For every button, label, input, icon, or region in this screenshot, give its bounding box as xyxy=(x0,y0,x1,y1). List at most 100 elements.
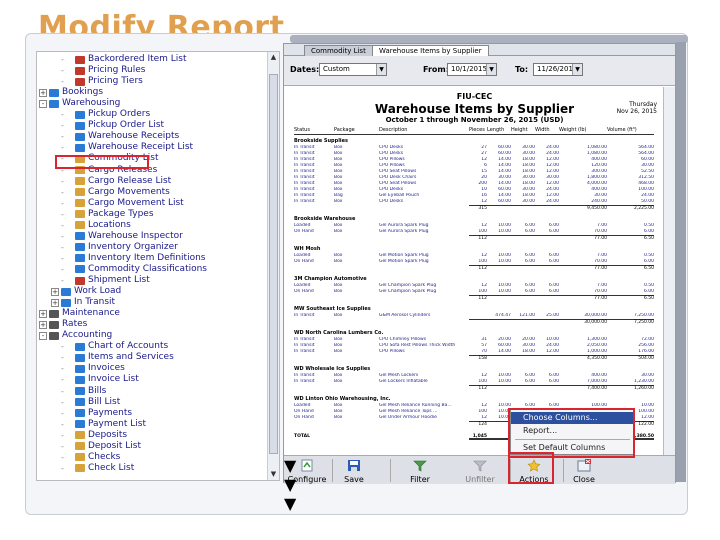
column-header: Width xyxy=(535,127,550,133)
tree-item[interactable]: - Shipment List xyxy=(61,275,150,286)
tree-item[interactable]: - Cargo Movements xyxy=(61,187,170,198)
tree-item[interactable]: + Bookings xyxy=(39,87,103,98)
expand-icon[interactable]: + xyxy=(39,320,47,329)
tree-item[interactable]: + In Transit xyxy=(51,297,115,308)
tree-item[interactable]: - Backordered Item List xyxy=(61,54,187,65)
tree-item[interactable]: - Payment List xyxy=(61,419,146,430)
tree-connector: - xyxy=(61,231,64,241)
navigation-tree[interactable]: - Backordered Item List - Pricing Rules - Pri… xyxy=(36,51,280,481)
close-button[interactable]: Close xyxy=(566,458,602,484)
subtotal-cell: 6.50 xyxy=(607,295,654,301)
tree-item[interactable]: - Warehouse Receipts xyxy=(61,131,179,142)
tree-item[interactable]: - Package Types xyxy=(61,209,154,220)
calendar-icon[interactable]: ▼ xyxy=(572,64,582,75)
tree-node-icon xyxy=(49,320,59,329)
tree-connector: - xyxy=(61,253,64,263)
tree-item[interactable]: + Maintenance xyxy=(39,308,120,319)
tree-item[interactable]: - Bills xyxy=(61,386,106,397)
actions-dropdown-icon[interactable]: ▼ xyxy=(284,494,675,513)
tree-item-label: Items and Services xyxy=(88,352,174,363)
tree-item[interactable]: - Cargo Movement List xyxy=(61,198,184,209)
tree-item[interactable]: - Pickup Order List xyxy=(61,120,164,131)
scroll-up-icon[interactable]: ▲ xyxy=(269,53,278,62)
tree-item-label: Maintenance xyxy=(62,308,120,319)
save-button[interactable]: Save xyxy=(336,458,372,484)
tree-item[interactable]: - Bill List xyxy=(61,397,120,408)
to-date-field[interactable]: 11/26/2015 ▼ xyxy=(533,63,583,76)
tree-connector: - xyxy=(61,463,64,473)
tree-item[interactable]: + Rates xyxy=(39,319,87,330)
tree-node-icon xyxy=(49,99,59,108)
tree-item[interactable]: - Deposit List xyxy=(61,441,141,452)
tree-node-icon xyxy=(75,232,85,241)
subtotal-cell: 315 xyxy=(469,205,487,211)
tree-node-icon xyxy=(75,243,85,252)
tree-item[interactable]: - Checks xyxy=(61,452,120,463)
tree-item[interactable]: - Chart of Accounts xyxy=(61,341,168,352)
tree-item[interactable]: - Inventory Item Definitions xyxy=(61,253,205,264)
tree-item[interactable]: - Invoice List xyxy=(61,374,139,385)
tree-node-icon xyxy=(75,188,85,197)
dates-select[interactable]: Custom ▼ xyxy=(319,63,387,76)
expand-icon[interactable]: + xyxy=(39,309,47,318)
tree-node-icon xyxy=(75,387,85,395)
chevron-down-icon[interactable]: ▼ xyxy=(376,64,386,75)
tree-item[interactable]: - Locations xyxy=(61,220,131,231)
tree-item[interactable]: - Warehouse Receipt List xyxy=(61,142,193,153)
subtotal-cell: 2,225.00 xyxy=(607,205,654,211)
subtotal-cell xyxy=(294,319,334,325)
tab-commodity-list[interactable]: Commodity List xyxy=(304,45,373,56)
tab-warehouse-items-by-supplier[interactable]: Warehouse Items by Supplier xyxy=(372,45,489,56)
dates-label: Dates: xyxy=(290,65,320,74)
tree-item[interactable]: - Pickup Orders xyxy=(61,109,150,120)
tree-connector: - xyxy=(61,143,64,153)
collapse-icon[interactable]: - xyxy=(39,331,47,340)
tree-item[interactable]: - Items and Services xyxy=(61,352,174,363)
subtotal-cell xyxy=(535,205,559,211)
expand-icon[interactable]: + xyxy=(39,88,47,97)
tree-item[interactable]: - Deposits xyxy=(61,430,127,441)
from-date-field[interactable]: 10/1/2015 ▼ xyxy=(447,63,497,76)
expand-icon[interactable]: + xyxy=(51,298,59,307)
tree-item-label: In Transit xyxy=(74,297,116,308)
tree-connector: - xyxy=(61,342,64,352)
group-header: WH Mosh xyxy=(294,246,321,252)
tree-item[interactable]: + Work Load xyxy=(51,286,121,297)
report-scrollbar[interactable] xyxy=(663,87,675,455)
tree-node-icon xyxy=(75,199,85,208)
subtotal-cell xyxy=(334,385,379,391)
tree-item[interactable]: - Pricing Rules xyxy=(61,65,145,76)
filter-button[interactable]: Filter xyxy=(402,458,438,484)
subtotal-cell xyxy=(294,235,334,241)
report-body: FIU-CEC Warehouse Items by Supplier Octo… xyxy=(284,87,665,455)
subtotal-cell: 112 xyxy=(469,295,487,301)
collapse-icon[interactable]: - xyxy=(39,99,47,108)
subtotal-cell xyxy=(535,319,559,325)
report-column-header: Status Package Description Pieces Length Heig… xyxy=(294,127,654,135)
tree-item[interactable]: - Warehousing xyxy=(39,98,120,109)
tree-node-icon xyxy=(49,331,59,340)
expand-icon[interactable]: + xyxy=(51,287,59,296)
tree-item[interactable]: - Accounting xyxy=(39,330,112,341)
tree-connector: - xyxy=(61,121,64,131)
subtotal-cell xyxy=(379,421,469,427)
tree-item[interactable]: - Inventory Organizer xyxy=(61,242,178,253)
tree-item-label: Payment List xyxy=(88,418,146,429)
tree-node-icon xyxy=(49,88,59,97)
unfilter-button[interactable]: Unfilter xyxy=(459,458,501,484)
scrollbar-thumb[interactable] xyxy=(269,74,278,454)
tree-item[interactable]: - Check List xyxy=(61,463,134,474)
calendar-icon[interactable]: ▼ xyxy=(486,64,496,75)
tree-item-label: Pickup Order List xyxy=(88,120,165,131)
configure-button[interactable]: Configure xyxy=(286,458,328,484)
tree-item[interactable]: - Warehouse Inspector xyxy=(61,231,183,242)
tree-scrollbar[interactable]: ▲ ▼ xyxy=(267,52,279,480)
subtotal-cell xyxy=(294,205,334,211)
tree-item[interactable]: - Commodity Classifications xyxy=(61,264,207,275)
tree-item[interactable]: - Cargo Release List xyxy=(61,176,171,187)
scroll-down-icon[interactable]: ▼ xyxy=(269,470,278,479)
tree-item[interactable]: - Invoices xyxy=(61,363,125,374)
tree-connector: - xyxy=(61,198,64,208)
tree-item[interactable]: - Payments xyxy=(61,408,132,419)
tree-item[interactable]: - Pricing Tiers xyxy=(61,76,143,87)
